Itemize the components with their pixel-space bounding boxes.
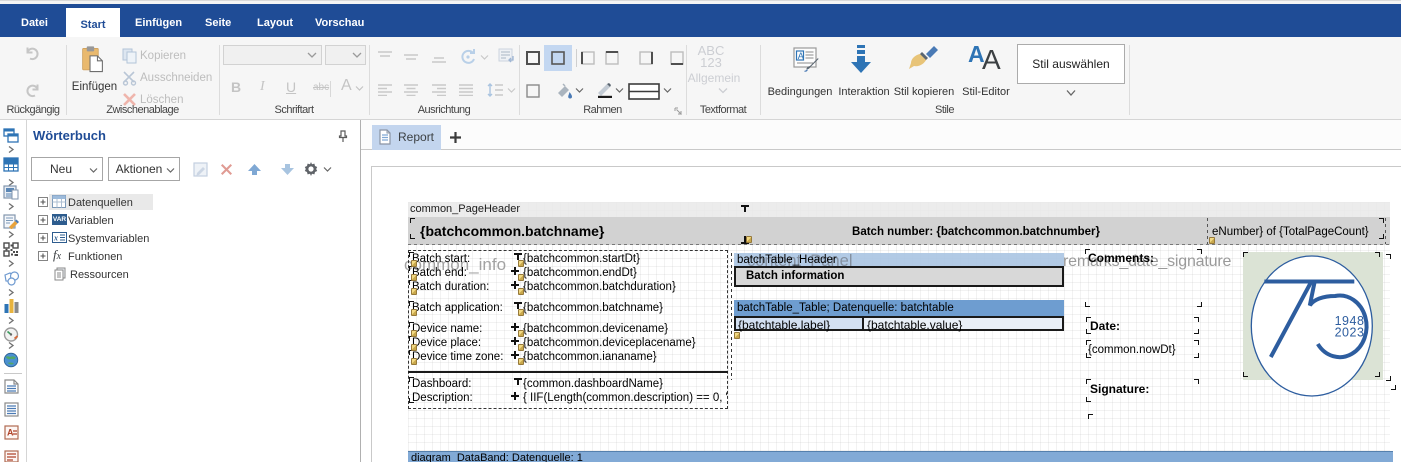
svg-text:A: A: [7, 428, 14, 438]
svg-text:A: A: [798, 51, 804, 61]
svg-text:x: x: [53, 234, 58, 243]
